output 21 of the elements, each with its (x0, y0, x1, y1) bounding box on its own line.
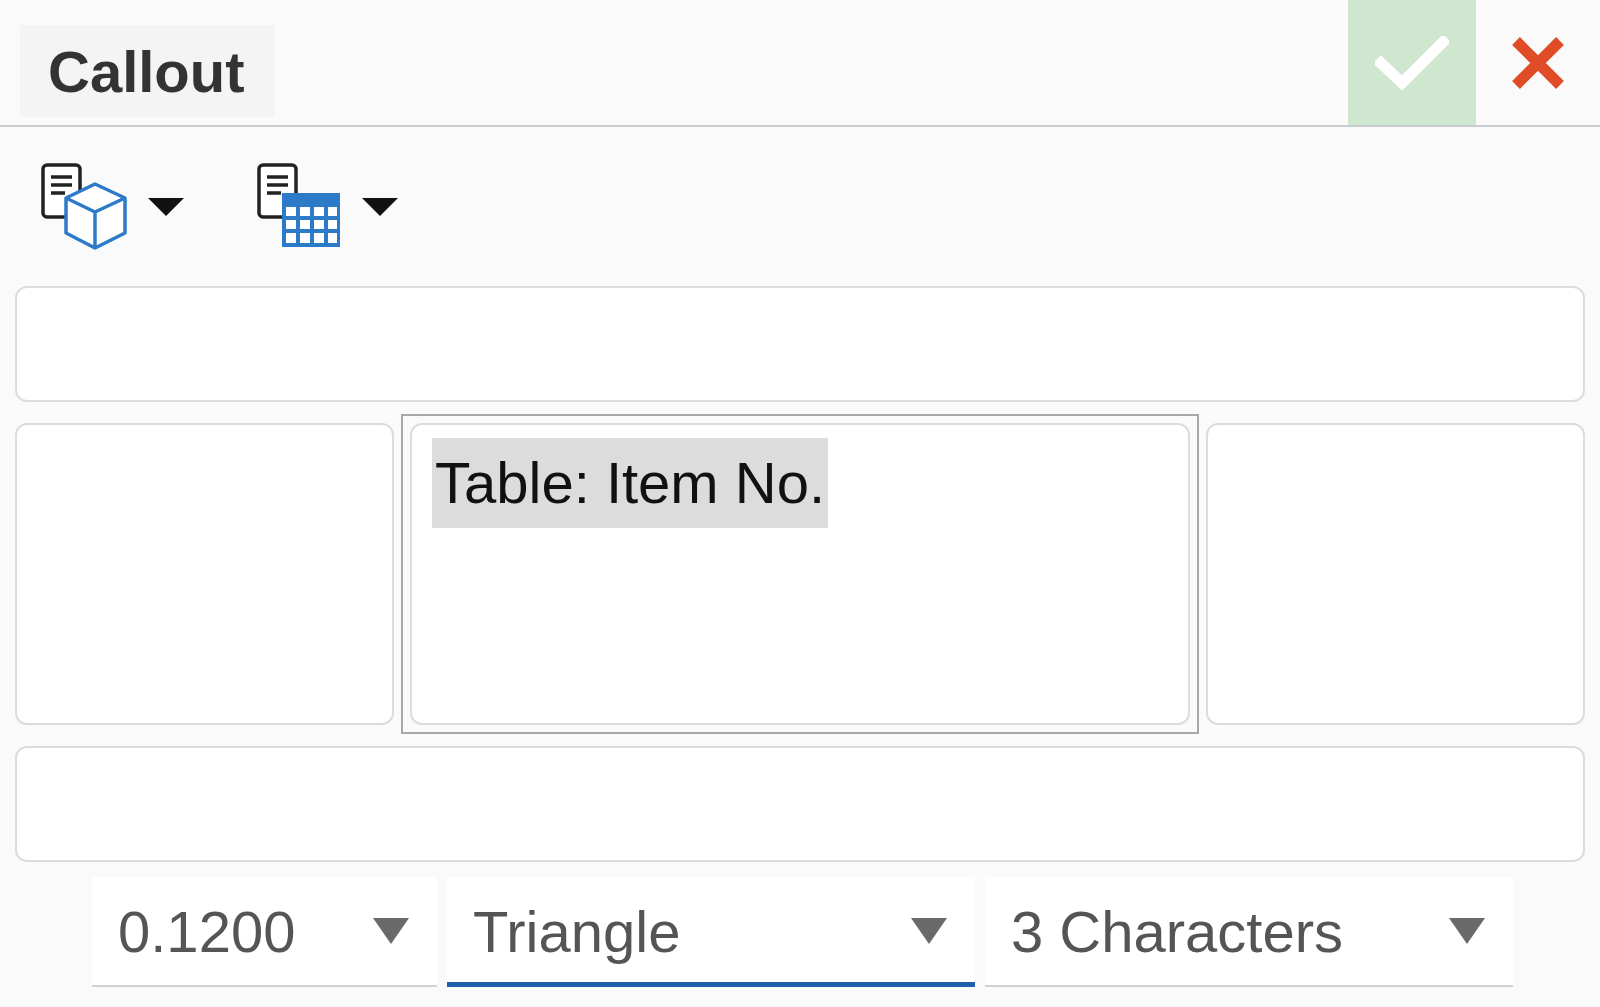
text-field[interactable]: Table: Item No. (410, 423, 1190, 725)
dropdown[interactable]: Triangle (447, 877, 975, 987)
caret-icon (373, 918, 409, 944)
document-cube-icon (41, 163, 128, 250)
check-icon (1375, 35, 1449, 90)
dialog-title: Callout (20, 25, 275, 117)
text-field[interactable] (15, 746, 1585, 862)
dropdown[interactable]: 0.1200 (92, 877, 437, 987)
text-field[interactable] (1206, 423, 1585, 725)
field-text: Table: Item No. (432, 438, 829, 528)
text-field[interactable] (15, 423, 394, 725)
close-icon (1510, 34, 1566, 91)
caret-icon (911, 918, 947, 944)
insert-model-button[interactable] (41, 163, 184, 250)
caret-icon (1449, 918, 1485, 944)
insert-table-button[interactable] (257, 163, 398, 250)
caret-icon (362, 197, 398, 216)
dropdown[interactable]: 3 Characters (985, 877, 1513, 987)
text-field[interactable] (15, 286, 1585, 402)
document-table-icon (257, 163, 342, 250)
caret-icon (148, 197, 184, 216)
